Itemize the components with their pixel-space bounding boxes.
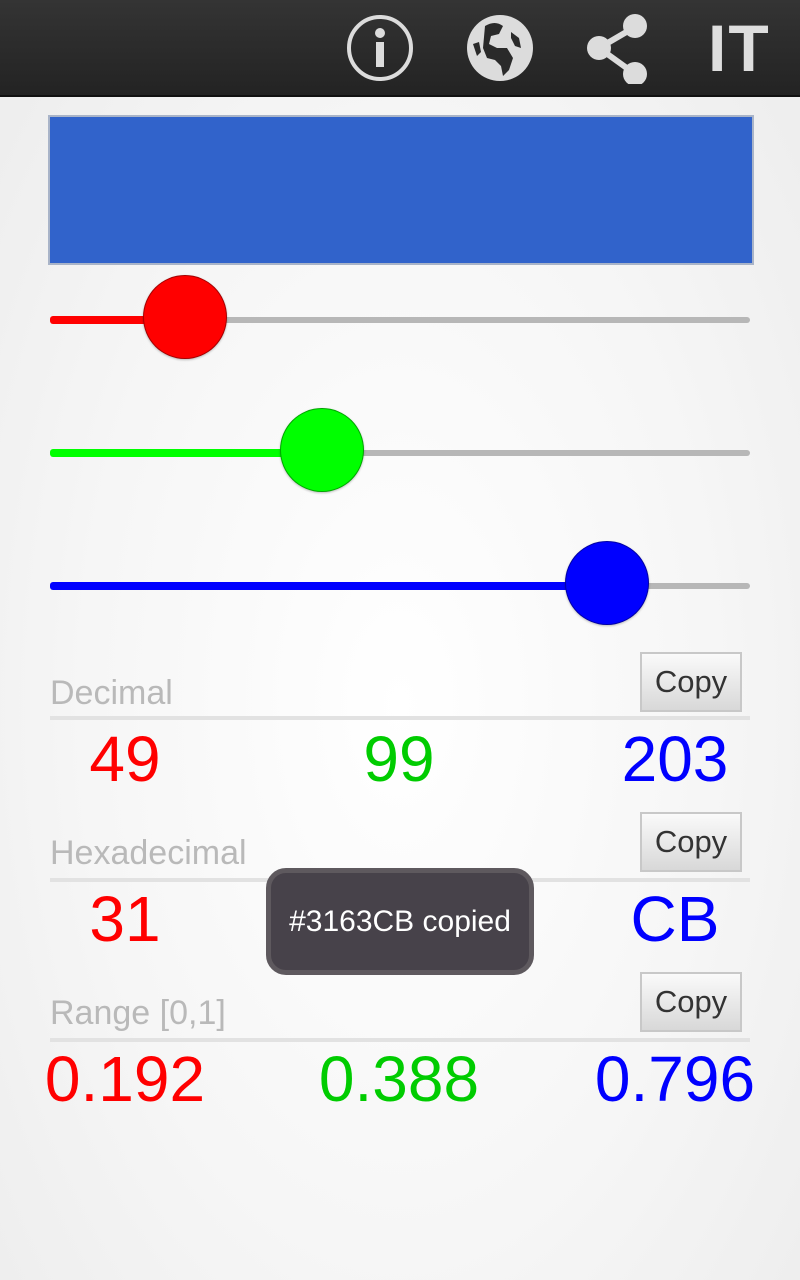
- globe-icon[interactable]: [465, 12, 535, 84]
- info-icon[interactable]: [345, 12, 415, 84]
- copy-hex-button[interactable]: Copy: [640, 812, 742, 872]
- blue-slider-thumb[interactable]: [565, 541, 650, 625]
- blue-slider[interactable]: [50, 541, 750, 625]
- decimal-red-value: 49: [89, 723, 161, 795]
- range-label: Range [0,1]: [50, 994, 226, 1032]
- decimal-blue-value: 203: [621, 723, 729, 795]
- green-slider-thumb[interactable]: [279, 408, 364, 492]
- share-icon[interactable]: [583, 12, 653, 86]
- red-slider[interactable]: [50, 275, 750, 359]
- hexadecimal-label: Hexadecimal: [50, 834, 247, 872]
- green-slider[interactable]: [50, 408, 750, 492]
- range-green-value: 0.388: [318, 1043, 480, 1115]
- copy-decimal-button[interactable]: Copy: [640, 652, 742, 712]
- hex-red-value: 31: [89, 883, 161, 955]
- divider: [50, 1038, 750, 1042]
- hex-blue-value: CB: [630, 883, 720, 955]
- language-button[interactable]: IT: [708, 10, 771, 86]
- copied-toast: #3163CB copied: [266, 868, 534, 975]
- range-blue-value: 0.796: [594, 1043, 756, 1115]
- divider: [50, 716, 750, 720]
- decimal-label: Decimal: [50, 674, 173, 712]
- red-slider-thumb[interactable]: [142, 275, 227, 359]
- decimal-green-value: 99: [363, 723, 435, 795]
- range-red-value: 0.192: [44, 1043, 206, 1115]
- color-preview: [48, 115, 754, 265]
- blue-slider-fill: [50, 582, 608, 590]
- copy-range-button[interactable]: Copy: [640, 972, 742, 1032]
- top-bar: IT: [0, 0, 800, 97]
